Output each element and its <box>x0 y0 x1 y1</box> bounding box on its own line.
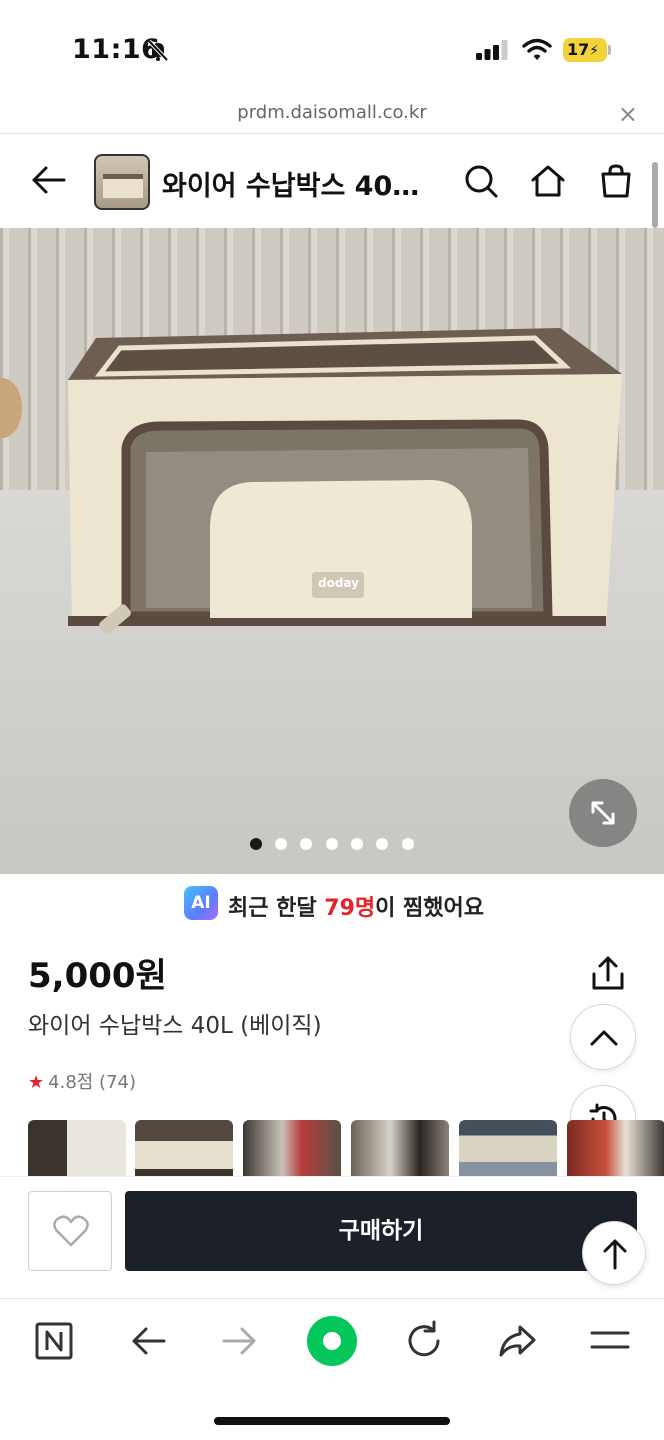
battery-cap <box>608 45 611 55</box>
browser-forward-icon[interactable] <box>216 1317 264 1365</box>
pagination-dot[interactable] <box>402 838 414 850</box>
wifi-icon <box>522 38 552 60</box>
charging-icon: ⚡ <box>589 43 600 59</box>
page-header: 와이어 수납박스 40… <box>0 134 664 228</box>
purchase-bar: 구매하기 <box>0 1176 664 1298</box>
pagination-dot[interactable] <box>300 838 312 850</box>
wishlist-button[interactable] <box>28 1191 112 1271</box>
review-photo[interactable] <box>351 1120 449 1176</box>
url-bar[interactable]: prdm.daisomall.co.kr × <box>0 96 664 134</box>
naver-green-dot-icon[interactable] <box>304 1313 360 1369</box>
review-photo[interactable] <box>243 1120 341 1176</box>
page-title: 와이어 수납박스 40… <box>162 171 420 202</box>
share-icon[interactable] <box>588 954 628 994</box>
review-photo[interactable] <box>567 1120 664 1176</box>
chevron-up-icon <box>590 1030 618 1046</box>
refresh-icon[interactable] <box>400 1317 448 1365</box>
heart-icon <box>53 1215 89 1247</box>
product-image-gallery[interactable]: doday <box>0 228 664 874</box>
shopping-bag-icon[interactable] <box>597 162 635 200</box>
browser-back-icon[interactable] <box>124 1317 172 1365</box>
pagination-dot[interactable] <box>250 838 262 850</box>
scroll-to-top-button[interactable] <box>582 1221 646 1285</box>
battery-level: 17 <box>567 40 590 59</box>
product-price: 5,000원 <box>28 956 167 996</box>
pagination-dot[interactable] <box>326 838 338 850</box>
home-icon[interactable] <box>529 162 567 200</box>
ai-banner-text: 최근 한달 79명이 찜했어요 <box>228 890 484 922</box>
review-photo-strip <box>28 1120 664 1176</box>
battery-indicator: 17⚡ <box>563 38 607 62</box>
menu-icon[interactable] <box>586 1317 634 1365</box>
home-indicator[interactable] <box>214 1417 450 1425</box>
bell-muted-icon <box>147 39 169 62</box>
url-text[interactable]: prdm.daisomall.co.kr <box>0 102 664 123</box>
close-icon[interactable]: × <box>618 100 638 128</box>
browser-toolbar <box>0 1298 664 1440</box>
ai-wishlist-banner: AI 최근 한달 79명이 찜했어요 <box>0 874 664 934</box>
ai-text-before: 최근 한달 <box>228 896 325 921</box>
share-arrow-icon[interactable] <box>494 1317 542 1365</box>
review-photo[interactable] <box>135 1120 233 1176</box>
star-icon: ★ <box>28 1072 45 1093</box>
back-arrow-icon[interactable] <box>28 160 68 200</box>
scroll-up-button[interactable] <box>570 1004 636 1070</box>
signal-icon <box>476 40 508 60</box>
buy-button[interactable]: 구매하기 <box>125 1191 637 1271</box>
image-pagination <box>0 836 664 852</box>
review-photo[interactable] <box>459 1120 557 1176</box>
pagination-dot[interactable] <box>275 838 287 850</box>
ai-text-after: 이 찜했어요 <box>375 896 485 921</box>
product-rating[interactable]: ★ 4.8점 (74) <box>28 1068 136 1094</box>
naver-home-icon[interactable] <box>30 1317 78 1365</box>
scrollbar[interactable] <box>652 162 658 228</box>
pagination-dot[interactable] <box>351 838 363 850</box>
rating-text: 4.8점 (74) <box>48 1072 136 1093</box>
product-name: 와이어 수납박스 40L (베이직) <box>28 1013 322 1039</box>
brand-tag: doday <box>318 576 359 590</box>
pagination-dot[interactable] <box>376 838 388 850</box>
review-photo[interactable] <box>28 1120 126 1176</box>
arrow-up-icon <box>603 1239 627 1270</box>
product-photo <box>0 228 664 874</box>
status-bar: 11:16 17⚡ <box>0 0 664 96</box>
product-thumbnail <box>94 154 150 210</box>
search-icon[interactable] <box>462 162 500 200</box>
ai-badge-icon: AI <box>184 886 218 920</box>
ai-wish-count: 79명 <box>324 896 376 921</box>
